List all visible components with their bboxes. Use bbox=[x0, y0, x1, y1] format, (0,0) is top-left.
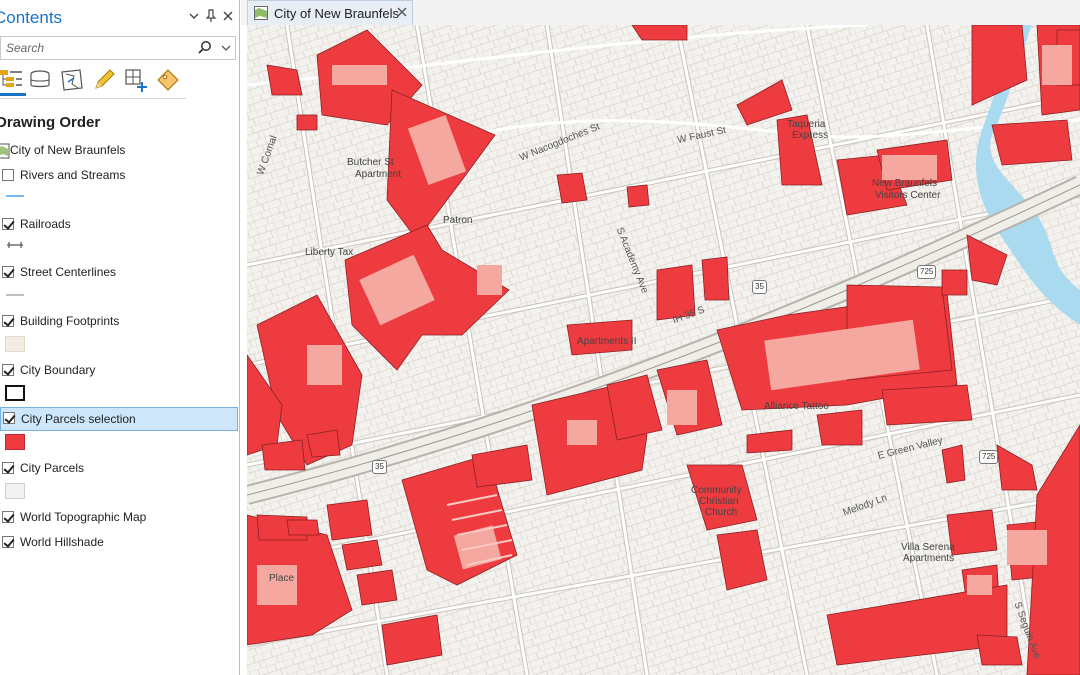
contents-toolbar bbox=[0, 64, 186, 99]
layer-label: City Parcels bbox=[20, 461, 85, 475]
list-by-selection-icon[interactable] bbox=[60, 68, 86, 94]
layer-world-hillshade[interactable]: World Hillshade bbox=[0, 532, 238, 554]
list-by-labeling-icon[interactable] bbox=[156, 68, 182, 94]
layer-visibility-checkbox[interactable] bbox=[2, 511, 14, 523]
list-by-snapping-icon[interactable] bbox=[124, 68, 150, 94]
layer-visibility-checkbox[interactable] bbox=[2, 536, 14, 548]
layer-visibility-checkbox[interactable] bbox=[2, 364, 14, 376]
layer-label: City Boundary bbox=[20, 363, 96, 377]
layer-visibility-checkbox[interactable] bbox=[2, 169, 14, 181]
tab-close-icon[interactable] bbox=[395, 5, 409, 19]
interstate-35-shield-b: 35 bbox=[372, 460, 387, 474]
layer-city-parcels-selection[interactable]: City Parcels selection bbox=[0, 407, 238, 431]
map-label-church: Church bbox=[705, 507, 738, 518]
layer-visibility-checkbox[interactable] bbox=[3, 412, 15, 424]
map-icon bbox=[0, 143, 10, 159]
map-view[interactable]: Butcher St Apartment Patron Liberty Tax … bbox=[247, 25, 1080, 675]
layer-city-boundary[interactable]: City Boundary bbox=[0, 360, 238, 382]
map-label-alliance-tattoo: Alliance Tattoo bbox=[764, 401, 829, 412]
rivers-symbol bbox=[6, 195, 24, 197]
map-canvas[interactable] bbox=[247, 25, 1080, 675]
layer-rivers-and-streams[interactable]: Rivers and Streams bbox=[0, 165, 238, 187]
map-label-express: Express bbox=[792, 130, 829, 141]
close-icon[interactable] bbox=[220, 9, 236, 27]
layer-label: Street Centerlines bbox=[20, 265, 117, 279]
layer-label: Rivers and Streams bbox=[20, 168, 126, 182]
layer-visibility-checkbox[interactable] bbox=[2, 218, 14, 230]
layer-visibility-checkbox[interactable] bbox=[2, 462, 14, 474]
pane-title: Contents bbox=[0, 8, 63, 27]
layer-street-centerlines[interactable]: Street Centerlines bbox=[0, 262, 238, 284]
map-label-apartments-ii: Apartments II bbox=[577, 336, 637, 347]
layer-world-topographic-map[interactable]: World Topographic Map bbox=[0, 507, 238, 529]
layer-visibility-checkbox[interactable] bbox=[2, 266, 14, 278]
drawing-order-heading: Drawing Order bbox=[0, 114, 101, 131]
street-centerlines-symbol bbox=[6, 294, 24, 296]
map-label-apartment: Apartment bbox=[355, 169, 402, 180]
layer-label: Railroads bbox=[20, 217, 71, 231]
search-input[interactable] bbox=[6, 39, 191, 57]
list-by-data-source-icon[interactable] bbox=[28, 68, 54, 94]
map-label-taqueria: Taqueria bbox=[787, 119, 826, 130]
layer-visibility-checkbox[interactable] bbox=[2, 315, 14, 327]
route-725-shield-a: 725 bbox=[917, 265, 937, 279]
map-tab-icon bbox=[254, 6, 268, 20]
layer-city-parcels[interactable]: City Parcels bbox=[0, 458, 238, 480]
map-label-liberty-tax: Liberty Tax bbox=[305, 247, 354, 258]
pin-icon[interactable] bbox=[203, 9, 219, 27]
list-by-drawing-order-icon[interactable] bbox=[0, 68, 26, 96]
contents-header: Contents bbox=[0, 0, 239, 36]
building-footprints-symbol bbox=[5, 336, 25, 352]
map-label-community: Community bbox=[691, 485, 742, 496]
map-label-villa-serena: Villa Serena bbox=[901, 542, 955, 553]
map-label-new-braunfels: New Braunfels bbox=[872, 178, 938, 189]
map-label-christian: Christian bbox=[699, 496, 739, 507]
interstate-35-shield-a: 35 bbox=[752, 280, 767, 294]
layer-label: World Hillshade bbox=[20, 535, 104, 549]
options-chevron-icon[interactable] bbox=[186, 9, 202, 27]
layer-label: City Parcels selection bbox=[21, 412, 136, 426]
search-icon[interactable] bbox=[197, 40, 213, 56]
map-view-tab[interactable]: City of New Braunfels bbox=[247, 0, 413, 25]
search-dropdown-chevron-icon[interactable] bbox=[219, 41, 233, 55]
route-725-shield-b: 725 bbox=[979, 450, 999, 464]
layer-railroads[interactable]: Railroads bbox=[0, 214, 238, 236]
map-label-apartments: Apartments bbox=[903, 553, 955, 564]
map-label-patron: Patron bbox=[443, 215, 473, 226]
list-by-editing-icon[interactable] bbox=[92, 68, 118, 94]
map-label-place: Place bbox=[269, 573, 295, 584]
map-tab-label: City of New Braunfels bbox=[274, 6, 399, 21]
map-node[interactable]: City of New Braunfels bbox=[0, 140, 238, 162]
city-parcels-selection-symbol bbox=[5, 434, 25, 450]
search-box bbox=[0, 36, 236, 60]
railroads-symbol bbox=[7, 242, 23, 248]
city-boundary-symbol bbox=[5, 385, 25, 401]
city-parcels-symbol bbox=[5, 483, 25, 499]
map-label-visitors-center: Visitors Center bbox=[875, 190, 941, 201]
map-name-label: City of New Braunfels bbox=[10, 143, 126, 157]
layer-label: World Topographic Map bbox=[20, 510, 147, 524]
layer-building-footprints[interactable]: Building Footprints bbox=[0, 311, 238, 333]
map-label-butcher-st: Butcher St bbox=[347, 157, 394, 168]
contents-pane: Contents Search Drawing Order City of Ne… bbox=[0, 0, 240, 675]
layer-label: Building Footprints bbox=[20, 314, 120, 328]
